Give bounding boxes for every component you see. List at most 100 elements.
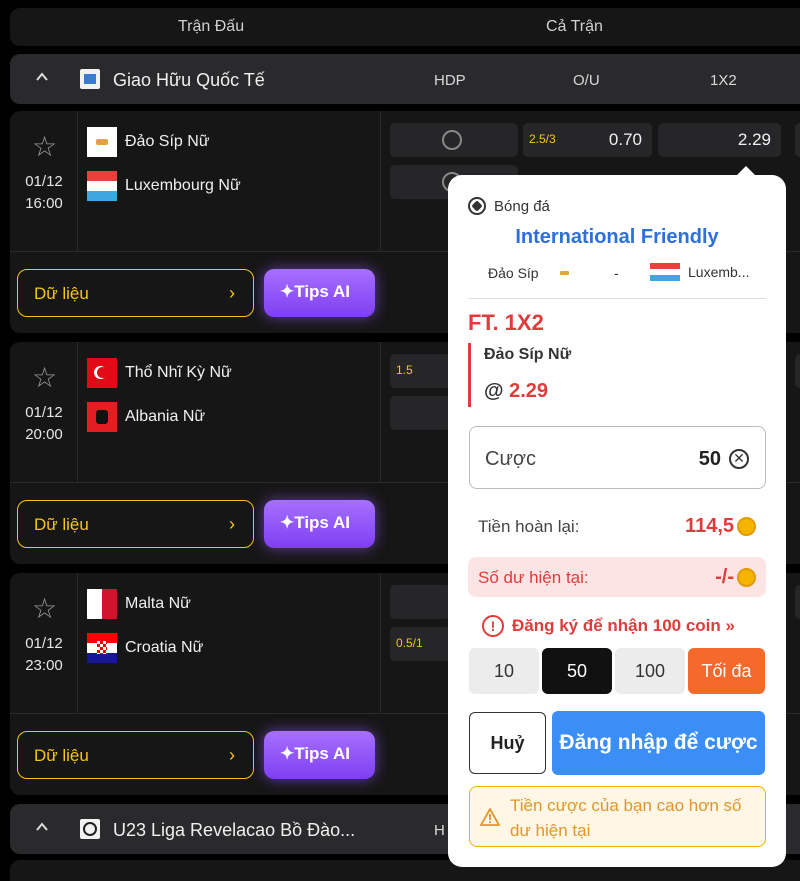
match-teams: Đảo Síp Nữ Luxembourg Nữ (79, 111, 381, 251)
data-button[interactable]: Dữ liệu › (17, 500, 254, 548)
odds-at-sign: @ (484, 380, 504, 402)
hdp-line: 1.5 (396, 363, 413, 377)
x12-odds-value: 2.29 (737, 130, 771, 149)
betslip-league: International Friendly (515, 226, 719, 248)
home-team: Thổ Nhĩ Kỳ Nữ (87, 358, 232, 388)
ou-line: 2.5/3 (529, 132, 556, 146)
selection-name: Đảo Síp Nữ (484, 346, 572, 363)
turkey-flag-icon (87, 358, 117, 388)
tips-ai-text: Tips AI (294, 282, 350, 301)
tips-ai-button[interactable]: ✦Tips AI (264, 269, 375, 317)
chevron-up-icon[interactable] (36, 821, 48, 833)
odds-cell-extra[interactable] (795, 585, 800, 619)
return-row: Tiền hoàn lại: 114,5 (468, 506, 766, 546)
tips-ai-button[interactable]: ✦Tips AI (264, 500, 375, 548)
return-value: 114,5 (685, 515, 734, 537)
data-button-label: Dữ liệu (34, 284, 89, 303)
loading-spinner-icon (442, 130, 462, 150)
stake-input[interactable]: Cược 50 ✕ (469, 426, 766, 489)
divider (468, 298, 766, 299)
odds-cell-extra[interactable] (795, 123, 800, 157)
cyprus-flag-icon (87, 127, 117, 157)
favorite-star-icon[interactable]: ☆ (32, 133, 57, 161)
chevron-right-icon: › (229, 514, 235, 534)
popup-arrow (736, 166, 756, 176)
favorite-star-icon[interactable]: ☆ (32, 595, 57, 623)
odds-cell-hdp-home[interactable] (390, 123, 518, 157)
match-teams: Thổ Nhĩ Kỳ Nữ Albania Nữ (79, 342, 381, 482)
tips-ai-label: ✦Tips AI (280, 513, 350, 533)
cancel-button[interactable]: Huỷ (469, 712, 546, 774)
stake-chip-10[interactable]: 10 (469, 648, 539, 694)
balance-label: Số dư hiện tại: (478, 568, 589, 587)
data-button[interactable]: Dữ liệu › (17, 731, 254, 779)
match-time-column: ☆ 01/12 16:00 (10, 111, 78, 251)
odds-cell-extra[interactable] (795, 354, 800, 388)
croatia-flag-icon (87, 633, 117, 663)
stake-label: Cược (485, 448, 536, 470)
odds-cell-hdp-away[interactable]: 0.5/1 (390, 627, 450, 661)
sport-label: Bóng đá (468, 197, 550, 215)
stake-chip-100[interactable]: 100 (615, 648, 685, 694)
stake-chip-50[interactable]: 50 (542, 648, 612, 694)
albania-flag-icon (87, 402, 117, 432)
balance-row: Số dư hiện tại: -/- (468, 557, 766, 597)
home-team-name: Đảo Síp Nữ (125, 133, 210, 150)
league-header[interactable]: Giao Hữu Quốc Tế HDP O/U 1X2 (10, 54, 800, 104)
favorite-star-icon[interactable]: ☆ (32, 364, 57, 392)
away-team-name: Albania Nữ (125, 408, 206, 425)
betslip-home-team: Đảo Síp (488, 265, 577, 281)
away-team-name: Croatia Nữ (125, 639, 204, 656)
away-team: Luxembourg Nữ (87, 171, 241, 201)
alert-circle-icon: ! (482, 615, 504, 637)
chevron-right-icon: › (229, 283, 235, 303)
odds-cell-1x2-home[interactable]: 2.29 (658, 123, 781, 157)
register-link[interactable]: ! Đăng ký để nhận 100 coin » (482, 615, 735, 637)
odds-value: 2.29 (509, 380, 549, 402)
tips-ai-button[interactable]: ✦Tips AI (264, 731, 375, 779)
odds-cell-hdp-away[interactable] (390, 396, 450, 430)
betslip-teams: Đảo Síp - Luxemb... (488, 263, 764, 285)
home-team: Malta Nữ (87, 589, 191, 619)
match-datetime: 01/12 16:00 (10, 171, 78, 215)
league-logo (80, 819, 100, 839)
sparkle-icon: ✦ (280, 282, 295, 301)
data-button[interactable]: Dữ liệu › (17, 269, 254, 317)
odds-cell-hdp-home[interactable]: 1.5 (390, 354, 450, 388)
tips-ai-text: Tips AI (294, 744, 350, 763)
tips-ai-text: Tips AI (294, 513, 350, 532)
bet-selection: Đảo Síp Nữ @ 2.29 (468, 343, 668, 407)
away-team: Albania Nữ (87, 402, 205, 432)
betslip-home-name: Đảo Síp (488, 265, 539, 281)
away-team: Croatia Nữ (87, 633, 203, 663)
clear-icon[interactable]: ✕ (729, 449, 749, 469)
luxembourg-flag-icon (87, 171, 117, 201)
sport-name: Bóng đá (494, 197, 550, 215)
match-date: 01/12 (25, 404, 63, 421)
data-button-label: Dữ liệu (34, 746, 89, 765)
cyprus-flag-icon (554, 266, 577, 280)
balance-value: -/- (715, 566, 734, 588)
odds-cell-hdp-home[interactable] (390, 585, 450, 619)
stake-chip-max[interactable]: Tối đa (688, 648, 765, 694)
login-to-bet-button[interactable]: Đăng nhập để cược (552, 711, 765, 775)
chevron-up-icon[interactable] (36, 71, 48, 83)
insufficient-balance-alert: Tiền cược của bạn cao hơn số dư hiện tại (469, 786, 766, 847)
tips-ai-label: ✦Tips AI (280, 744, 350, 764)
col-1x2: 1X2 (710, 72, 737, 89)
col-header-full-time: Cả Trận (546, 18, 603, 35)
match-date: 01/12 (25, 173, 63, 190)
stake-value: 50 (698, 448, 721, 470)
market-title: FT. 1X2 (468, 310, 544, 335)
col-ou: O/U (573, 72, 600, 89)
odds-cell-ou-over[interactable]: 2.5/3 0.70 (523, 123, 652, 157)
register-message: Đăng ký để nhận 100 coin » (512, 616, 735, 635)
coin-icon (737, 517, 756, 536)
sparkle-icon: ✦ (280, 744, 295, 763)
chevron-right-icon: › (229, 745, 235, 765)
match-time: 16:00 (25, 195, 63, 212)
bet-slip-popup: Bóng đá International Friendly Đảo Síp -… (448, 166, 786, 867)
data-button-label: Dữ liệu (34, 515, 89, 534)
match-time-column: ☆ 01/12 20:00 (10, 342, 78, 482)
match-time: 23:00 (25, 657, 63, 674)
